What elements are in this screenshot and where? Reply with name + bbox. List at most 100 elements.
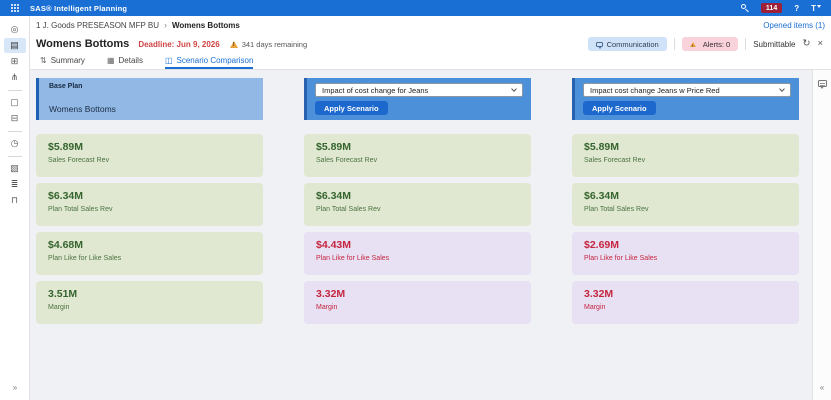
chat-icon — [595, 41, 603, 49]
metric-label: Plan Total Sales Rev — [48, 206, 113, 213]
search-icon[interactable] — [740, 4, 749, 13]
sidebar-item-reports[interactable]: ▧ — [4, 161, 26, 176]
scenario-header-2: Impact cost change Jeans w Price Red App… — [572, 78, 799, 120]
alerts-label: Alerts: 0 — [702, 39, 731, 49]
tab-scenario-comparison[interactable]: ◫ Scenario Comparison — [164, 54, 254, 69]
base-plan-column: Base Plan Womens Bottoms $5.89M Sales Fo… — [36, 78, 263, 400]
breadcrumb-current: Womens Bottoms — [172, 20, 240, 30]
metric-card-like-for-like: $4.43M Plan Like for Like Sales — [304, 232, 531, 275]
app-launcher-icon[interactable] — [0, 0, 30, 16]
expand-sidebar-button[interactable]: » — [0, 383, 30, 392]
breadcrumb-root[interactable]: 1 J. Goods PRESEASON MFP BU — [36, 21, 159, 30]
submittable-label: Submittable — [753, 39, 796, 49]
opened-items-link[interactable]: Opened items (1) — [763, 21, 825, 30]
apply-scenario-button[interactable]: Apply Scenario — [315, 101, 388, 115]
scenario-select-value: Impact cost change Jeans w Price Red — [590, 85, 720, 95]
sidebar-item-history[interactable]: ◷ — [4, 136, 26, 151]
scenario-select[interactable]: Impact cost change Jeans w Price Red — [583, 83, 791, 97]
share-icon: ⋔ — [10, 72, 19, 82]
metric-value: 3.51M — [48, 288, 78, 300]
metric-value: $4.68M — [48, 239, 84, 251]
metric-card-plan-total-sales: $6.34M Plan Total Sales Rev — [304, 183, 531, 226]
tab-details[interactable]: ▦ Details — [107, 54, 143, 69]
warning-icon — [229, 40, 238, 48]
scenario-header-1: Impact of cost change for Jeans Apply Sc… — [304, 78, 531, 120]
metric-card-margin: 3.51M Margin — [36, 281, 263, 324]
lock-icon: ⊓ — [10, 195, 19, 205]
metric-label: Plan Total Sales Rev — [584, 206, 649, 213]
archive-icon: ⊟ — [10, 113, 19, 123]
metric-value: 3.32M — [316, 288, 346, 300]
layers-icon: ≣ — [10, 179, 19, 189]
avatar-initial: T — [811, 3, 816, 13]
metric-label: Plan Like for Like Sales — [584, 255, 658, 262]
metric-card-sales-forecast: $5.89M Sales Forecast Rev — [304, 134, 531, 177]
metric-label: Plan Total Sales Rev — [316, 206, 381, 213]
history-icon: ◷ — [10, 138, 19, 148]
metric-value: $5.89M — [584, 141, 620, 153]
sidebar-item-share[interactable]: ⋔ — [4, 70, 26, 85]
scenario-select-value: Impact of cost change for Jeans — [322, 85, 429, 95]
metric-label: Sales Forecast Rev — [316, 157, 378, 164]
chevron-down-icon — [511, 86, 517, 92]
metric-value: $5.89M — [316, 141, 352, 153]
notification-badge[interactable]: 114 — [760, 3, 783, 13]
scenario-column-2: Impact cost change Jeans w Price Red App… — [572, 78, 799, 400]
sidebar-item-workbench[interactable]: ⊞ — [4, 54, 26, 69]
app-window: SAS® Intelligent Planning 114 ? T ◎ ▤ ⊞ … — [0, 0, 831, 400]
communication-label: Communication — [606, 39, 659, 49]
base-plan-subtitle: Womens Bottoms — [49, 104, 116, 114]
close-icon[interactable]: × — [817, 39, 823, 49]
metric-card-plan-total-sales: $6.34M Plan Total Sales Rev — [36, 183, 263, 226]
days-remaining-text: 341 days remaining — [241, 39, 308, 49]
alert-warning-icon — [689, 41, 696, 48]
metric-value: 3.32M — [584, 288, 614, 300]
tab-summary[interactable]: ⇅ Summary — [40, 54, 85, 69]
metric-card-like-for-like: $2.69M Plan Like for Like Sales — [572, 232, 799, 275]
sidebar-item-lock[interactable]: ⊓ — [4, 193, 26, 208]
metric-label: Plan Like for Like Sales — [316, 255, 390, 262]
deadline-text: Deadline: Jun 9, 2026 — [138, 39, 220, 49]
base-plan-title: Base Plan — [49, 83, 83, 90]
sidebar-item-plans[interactable]: ▤ — [3, 38, 26, 53]
metric-card-margin: 3.32M Margin — [572, 281, 799, 324]
details-icon: ▦ — [106, 56, 115, 65]
user-avatar[interactable]: T — [811, 4, 821, 13]
metric-value: $5.89M — [48, 141, 84, 153]
sidebar-item-archive[interactable]: ⊟ — [4, 111, 26, 126]
refresh-icon[interactable]: ↻ — [802, 39, 810, 49]
comment-icon[interactable] — [817, 80, 827, 89]
report-icon: ▧ — [10, 163, 19, 173]
sidebar-divider — [7, 131, 22, 132]
communication-button[interactable]: Communication — [587, 37, 667, 51]
metric-card-sales-forecast: $5.89M Sales Forecast Rev — [36, 134, 263, 177]
right-rail: « — [812, 70, 831, 400]
breadcrumb: 1 J. Goods PRESEASON MFP BU › Womens Bot… — [36, 20, 240, 30]
metric-card-sales-forecast: $5.89M Sales Forecast Rev — [572, 134, 799, 177]
help-icon[interactable]: ? — [794, 4, 799, 13]
collapse-rail-button[interactable]: « — [820, 383, 824, 392]
top-bar: SAS® Intelligent Planning 114 ? T — [0, 0, 831, 16]
breadcrumb-separator-icon: › — [164, 20, 168, 30]
metric-card-margin: 3.32M Margin — [304, 281, 531, 324]
sidebar-divider — [7, 90, 22, 91]
title-row: Womens Bottoms Deadline: Jun 9, 2026 341… — [30, 34, 831, 54]
scenario-select[interactable]: Impact of cost change for Jeans — [315, 83, 523, 97]
metric-value: $6.34M — [316, 190, 352, 202]
metric-label: Margin — [316, 304, 338, 311]
explore-icon: ◎ — [10, 24, 19, 34]
apply-scenario-button[interactable]: Apply Scenario — [583, 101, 656, 115]
alerts-button[interactable]: Alerts: 0 — [681, 37, 739, 51]
summary-icon: ⇅ — [40, 56, 47, 65]
tab-label: Details — [118, 56, 143, 65]
sidebar-item-documents[interactable]: ▢ — [4, 95, 26, 110]
chevron-down-icon — [817, 4, 821, 8]
sidebar-item-explore[interactable]: ◎ — [4, 22, 26, 37]
sidebar-item-layers[interactable]: ≣ — [4, 177, 26, 192]
brand-title: SAS® Intelligent Planning — [30, 3, 128, 13]
comparison-icon: ◫ — [164, 56, 173, 65]
page-title: Womens Bottoms — [36, 38, 130, 50]
metric-card-like-for-like: $4.68M Plan Like for Like Sales — [36, 232, 263, 275]
scenario-comparison-panel: Base Plan Womens Bottoms $5.89M Sales Fo… — [30, 70, 812, 400]
metric-value: $6.34M — [584, 190, 620, 202]
